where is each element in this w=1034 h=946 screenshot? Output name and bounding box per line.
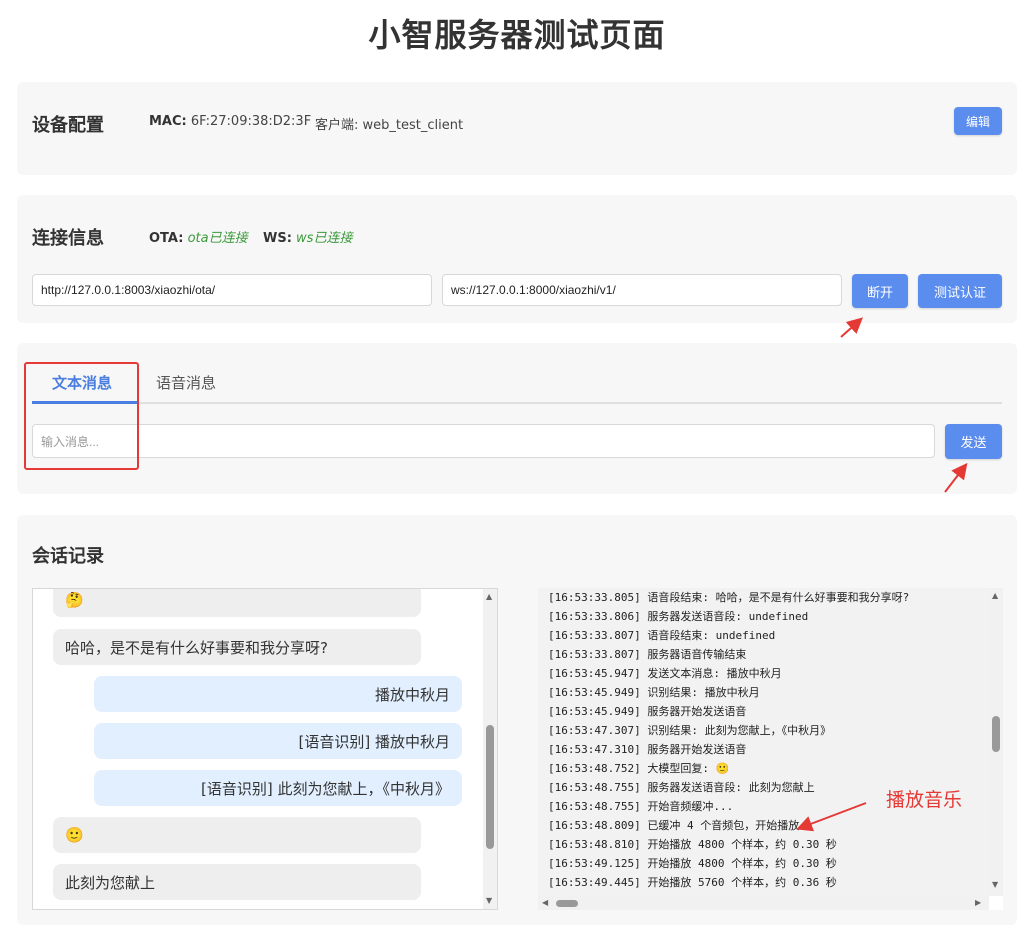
arrow-play [796, 802, 867, 832]
arrow-disconnect [840, 317, 863, 338]
arrow-send [944, 462, 968, 493]
annotation-arrows [796, 317, 968, 832]
